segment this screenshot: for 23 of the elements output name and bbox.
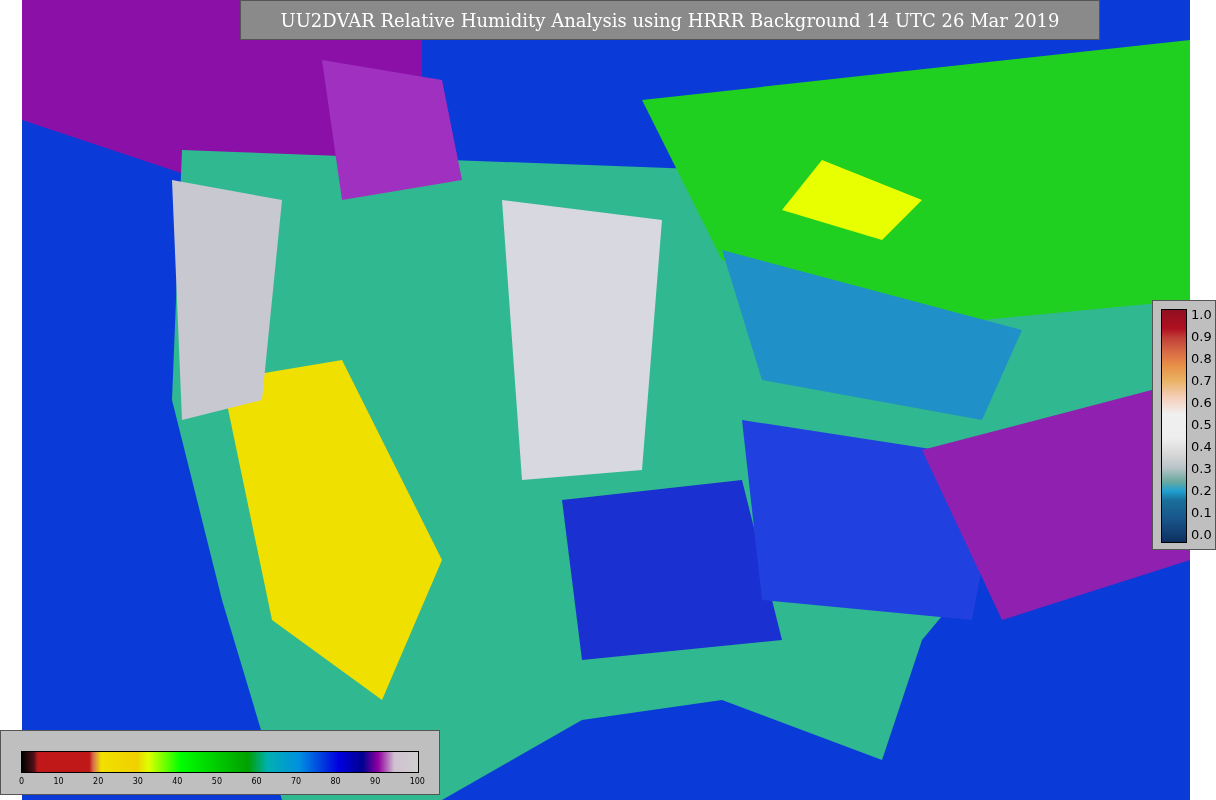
tick-label: 40: [172, 777, 183, 786]
tick-label: 60: [251, 777, 262, 786]
tick-label: 50: [211, 777, 222, 786]
tick-label: 0.9: [1191, 331, 1212, 343]
tick-label: 1.0: [1191, 309, 1212, 321]
tick-label: 0.8: [1191, 353, 1212, 365]
tick-label: 100: [409, 777, 425, 786]
tick-label: 0.6: [1191, 397, 1212, 409]
tick-label: 0.7: [1191, 375, 1212, 387]
tick-label: 0.4: [1191, 441, 1212, 453]
tick-label: 90: [370, 777, 381, 786]
tick-label: 30: [132, 777, 143, 786]
tick-label: 0.3: [1191, 463, 1212, 475]
tick-label: 80: [330, 777, 341, 786]
tick-label: 0.5: [1191, 419, 1212, 431]
tick-label: 0.2: [1191, 485, 1212, 497]
tick-label: 20: [93, 777, 104, 786]
tick-label: 70: [290, 777, 302, 786]
tick-label: 0: [19, 777, 25, 786]
map-title: UU2DVAR Relative Humidity Analysis using HRRR Background 14 UTC 26 Mar 2019: [240, 0, 1100, 40]
tick-label: 0.1: [1191, 507, 1212, 519]
tick-label: 10: [53, 777, 64, 786]
tick-label: 0.0: [1191, 529, 1212, 541]
